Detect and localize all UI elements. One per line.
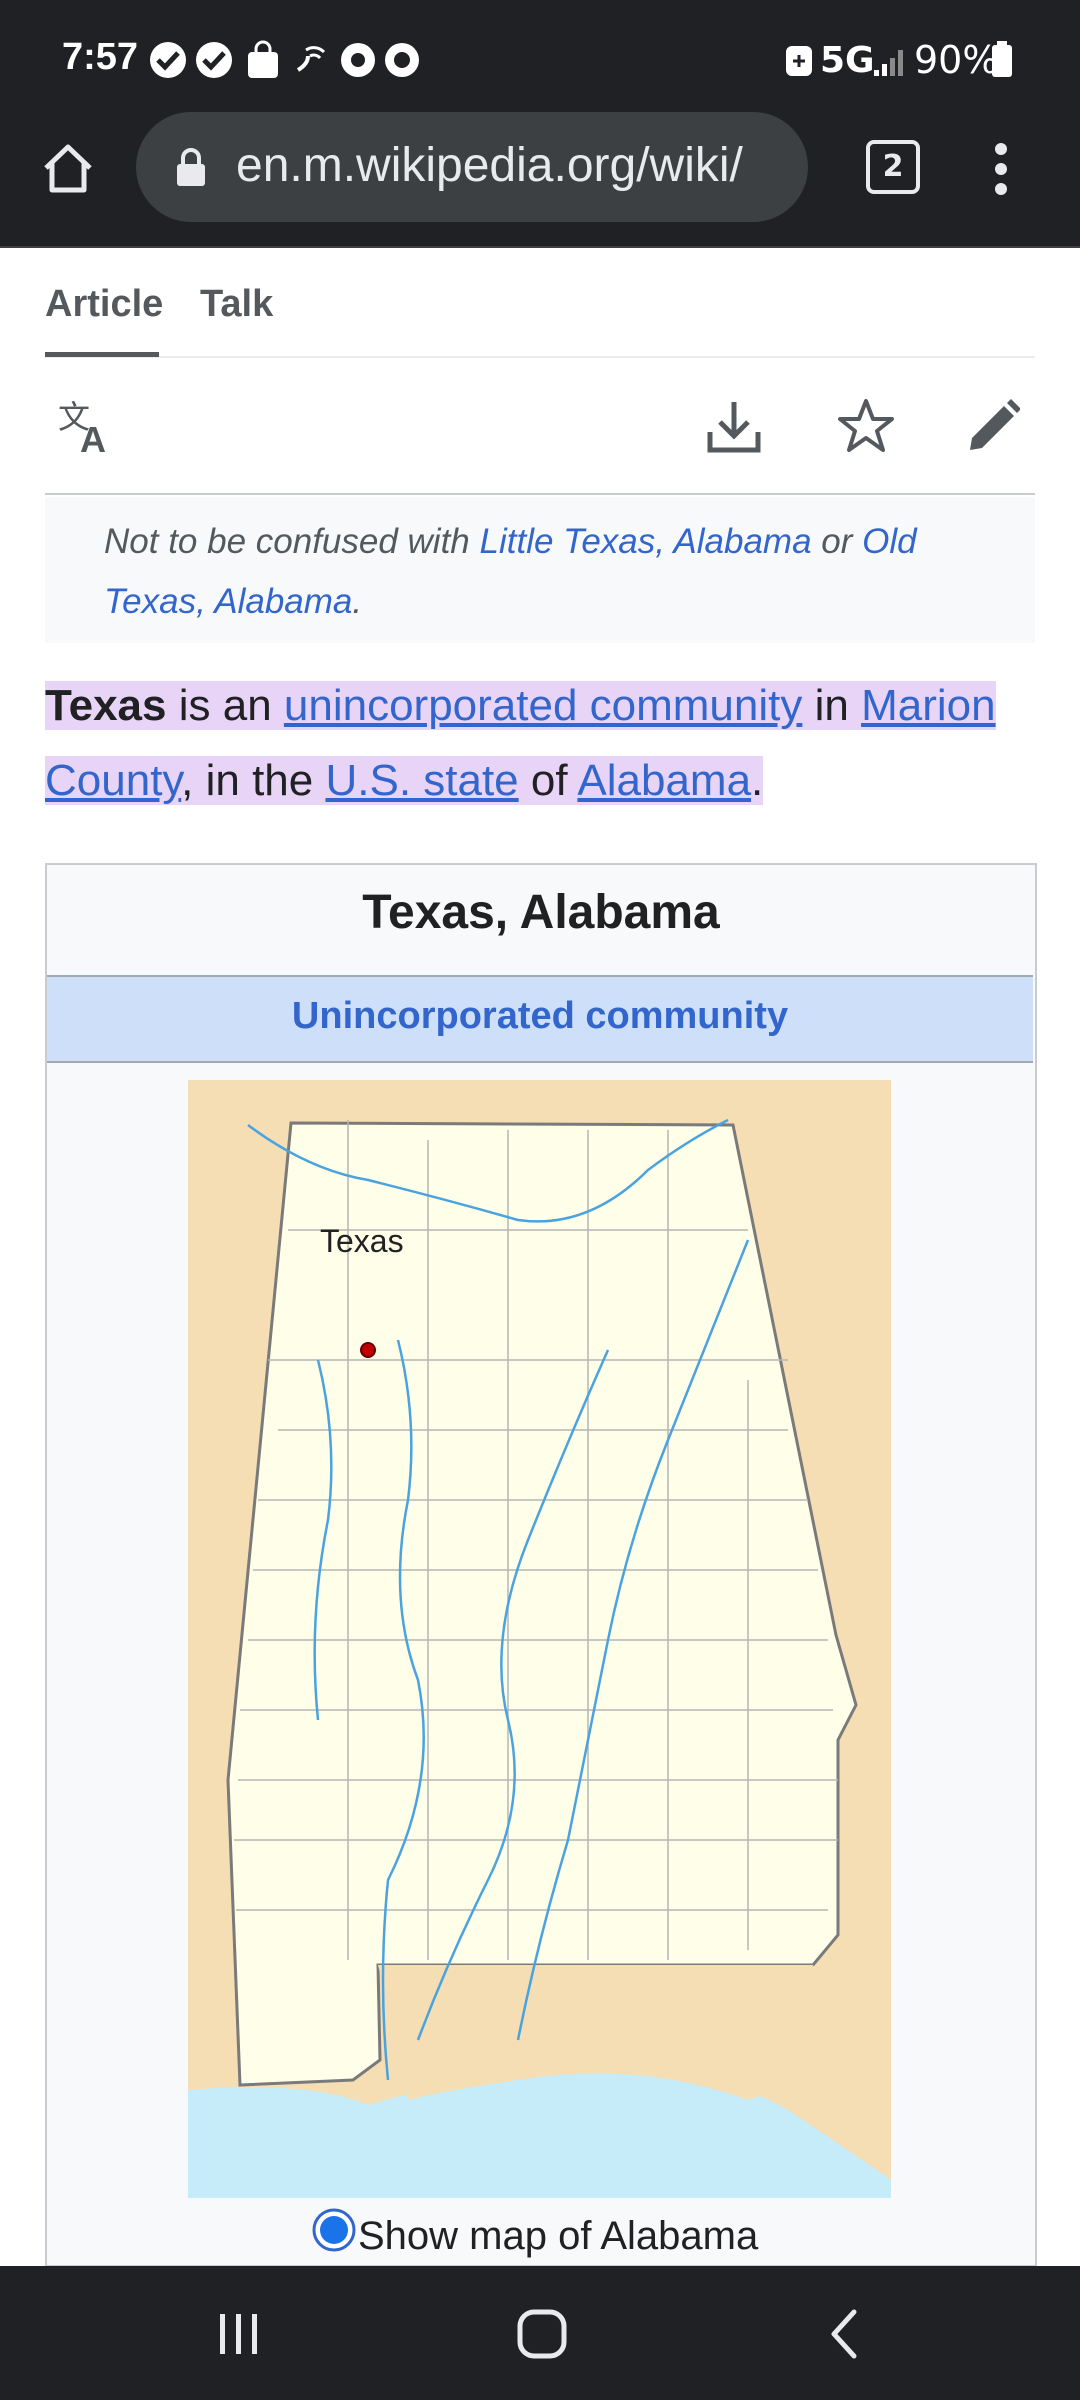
tabs-divider: [45, 356, 1035, 358]
tab-count: 2: [882, 149, 904, 184]
link-old-texas-part1[interactable]: Old: [862, 522, 916, 561]
check-badge-icon: [150, 42, 186, 78]
tab-switcher-button[interactable]: 2: [866, 140, 920, 194]
network-type: 5G: [820, 40, 875, 81]
refresh-circle-icon: [385, 43, 419, 77]
tab-article[interactable]: Article: [45, 283, 163, 326]
infobox-title: Texas, Alabama: [362, 886, 720, 939]
tools-divider: [45, 493, 1035, 495]
map-alabama-outline: [226, 1121, 858, 2087]
notification-icons: [150, 40, 419, 78]
battery-level: 90%: [914, 38, 999, 82]
star-icon[interactable]: [836, 396, 896, 456]
more-options-icon[interactable]: [986, 142, 1016, 196]
link-unincorporated-community[interactable]: unincorporated community: [284, 681, 802, 730]
wifi-call-icon: [296, 46, 326, 72]
link-little-texas[interactable]: Little Texas, Alabama: [480, 522, 812, 561]
map-marker-label: Texas: [320, 1223, 404, 1259]
language-icon[interactable]: 文 A: [56, 398, 120, 456]
recent-apps-icon[interactable]: [214, 2310, 264, 2358]
lead-paragraph: Texas is an unincorporated community in …: [45, 668, 1045, 818]
show-map-radio[interactable]: [310, 2206, 358, 2254]
back-icon[interactable]: [826, 2308, 862, 2360]
link-old-texas-part2[interactable]: Texas, Alabama: [104, 582, 352, 621]
hatnote-middle: or: [811, 522, 863, 561]
battery-icon: [992, 41, 1012, 77]
chrome-icon: [341, 43, 375, 77]
lead-text-2: in: [802, 681, 862, 730]
hatnote-text: Not to be confused with Little Texas, Al…: [104, 512, 964, 632]
edit-pencil-icon[interactable]: [964, 396, 1020, 456]
url-text[interactable]: en.m.wikipedia.org/wiki/: [236, 138, 743, 193]
alabama-location-map[interactable]: Texas: [188, 1080, 891, 2198]
lead-text-4: of: [518, 756, 578, 805]
lock-icon[interactable]: [174, 146, 208, 188]
link-marion-county-part1[interactable]: Marion: [861, 681, 996, 730]
map-location-marker: [360, 1342, 376, 1358]
home-nav-icon[interactable]: [516, 2308, 568, 2360]
link-us-state[interactable]: U.S. state: [325, 756, 518, 805]
lead-text-1: is an: [166, 681, 284, 730]
infobox-subtitle: Unincorporated community: [291, 995, 789, 1037]
home-icon[interactable]: [38, 138, 98, 198]
link-alabama[interactable]: Alabama: [577, 756, 751, 805]
lead-text-3: , in the: [181, 756, 326, 805]
battery-saver-icon: [786, 46, 812, 76]
show-map-label[interactable]: Show map of Alabama: [358, 2214, 758, 2259]
hatnote-prefix: Not to be confused with: [104, 522, 480, 561]
signal-icon: [874, 50, 903, 76]
hatnote-suffix: .: [352, 582, 363, 621]
lead-text-5: .: [751, 756, 764, 805]
link-marion-county-part2[interactable]: County: [45, 756, 181, 805]
tab-talk[interactable]: Talk: [200, 283, 273, 326]
status-time: 7:57: [62, 36, 139, 78]
check-badge-icon: [196, 42, 232, 78]
svg-text:A: A: [80, 419, 106, 456]
chrome-divider: [0, 246, 1080, 248]
shopping-bag-icon: [248, 40, 278, 78]
download-icon[interactable]: [704, 398, 764, 456]
active-tab-indicator: [45, 352, 159, 357]
article-subject: Texas: [45, 681, 167, 730]
